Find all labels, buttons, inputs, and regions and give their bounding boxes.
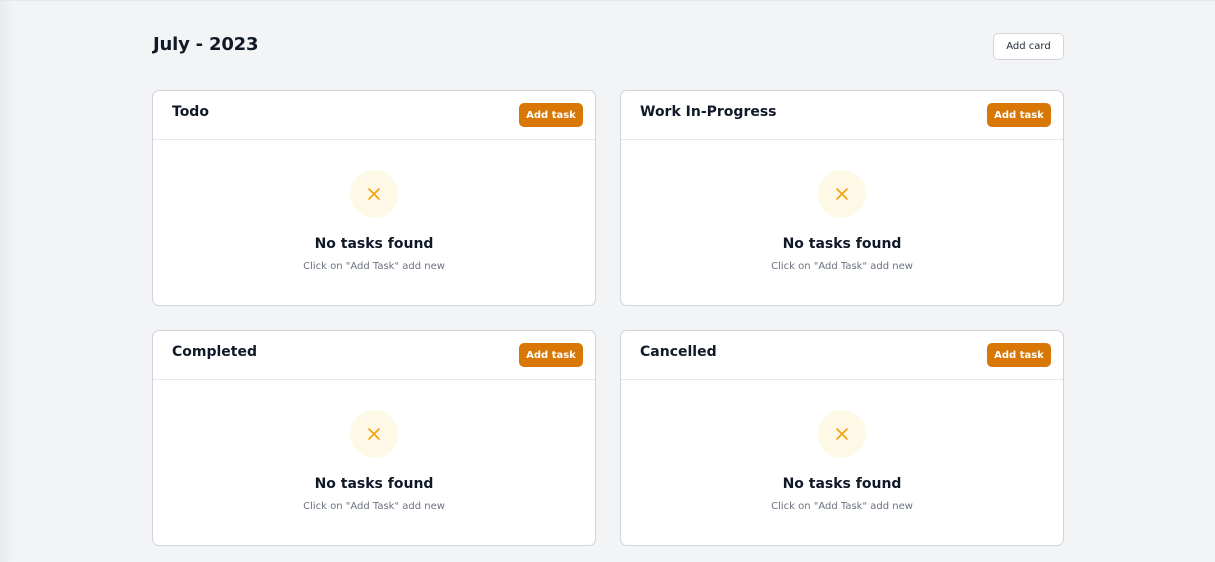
column-body: No tasks found Click on "Add Task" add n… xyxy=(621,380,1063,545)
column-card-completed: Completed Add task No tasks found Click … xyxy=(152,330,596,546)
column-header: Cancelled Add task xyxy=(621,331,1063,380)
empty-state-title: No tasks found xyxy=(782,476,902,492)
column-title: Cancelled xyxy=(640,344,717,360)
column-card-work-in-progress: Work In-Progress Add task No tasks found… xyxy=(620,90,1064,306)
column-header: Work In-Progress Add task xyxy=(621,91,1063,140)
column-card-cancelled: Cancelled Add task No tasks found Click … xyxy=(620,330,1064,546)
board-header: July - 2023 Add card xyxy=(153,33,1064,61)
empty-state-title: No tasks found xyxy=(314,476,434,492)
add-task-button[interactable]: Add task xyxy=(987,343,1051,367)
close-x-icon xyxy=(350,170,398,218)
page-title: July - 2023 xyxy=(153,34,259,55)
empty-state-subtitle: Click on "Add Task" add new xyxy=(771,261,913,272)
empty-state-subtitle: Click on "Add Task" add new xyxy=(303,261,445,272)
column-body: No tasks found Click on "Add Task" add n… xyxy=(621,140,1063,305)
column-header: Completed Add task xyxy=(153,331,595,380)
column-title: Work In-Progress xyxy=(640,104,777,120)
close-x-icon xyxy=(818,170,866,218)
add-card-button[interactable]: Add card xyxy=(993,33,1064,60)
column-title: Todo xyxy=(172,104,209,120)
close-x-icon xyxy=(818,410,866,458)
empty-state-title: No tasks found xyxy=(782,236,902,252)
column-card-todo: Todo Add task No tasks found Click on "A… xyxy=(152,90,596,306)
column-body: No tasks found Click on "Add Task" add n… xyxy=(153,380,595,545)
column-header: Todo Add task xyxy=(153,91,595,140)
add-task-button[interactable]: Add task xyxy=(519,343,583,367)
column-title: Completed xyxy=(172,344,258,360)
add-task-button[interactable]: Add task xyxy=(987,103,1051,127)
close-x-icon xyxy=(350,410,398,458)
add-task-button[interactable]: Add task xyxy=(519,103,583,127)
empty-state-subtitle: Click on "Add Task" add new xyxy=(303,501,445,512)
task-board-page: July - 2023 Add card Todo Add task No ta… xyxy=(0,0,1215,562)
empty-state-subtitle: Click on "Add Task" add new xyxy=(771,501,913,512)
column-body: No tasks found Click on "Add Task" add n… xyxy=(153,140,595,305)
empty-state-title: No tasks found xyxy=(314,236,434,252)
